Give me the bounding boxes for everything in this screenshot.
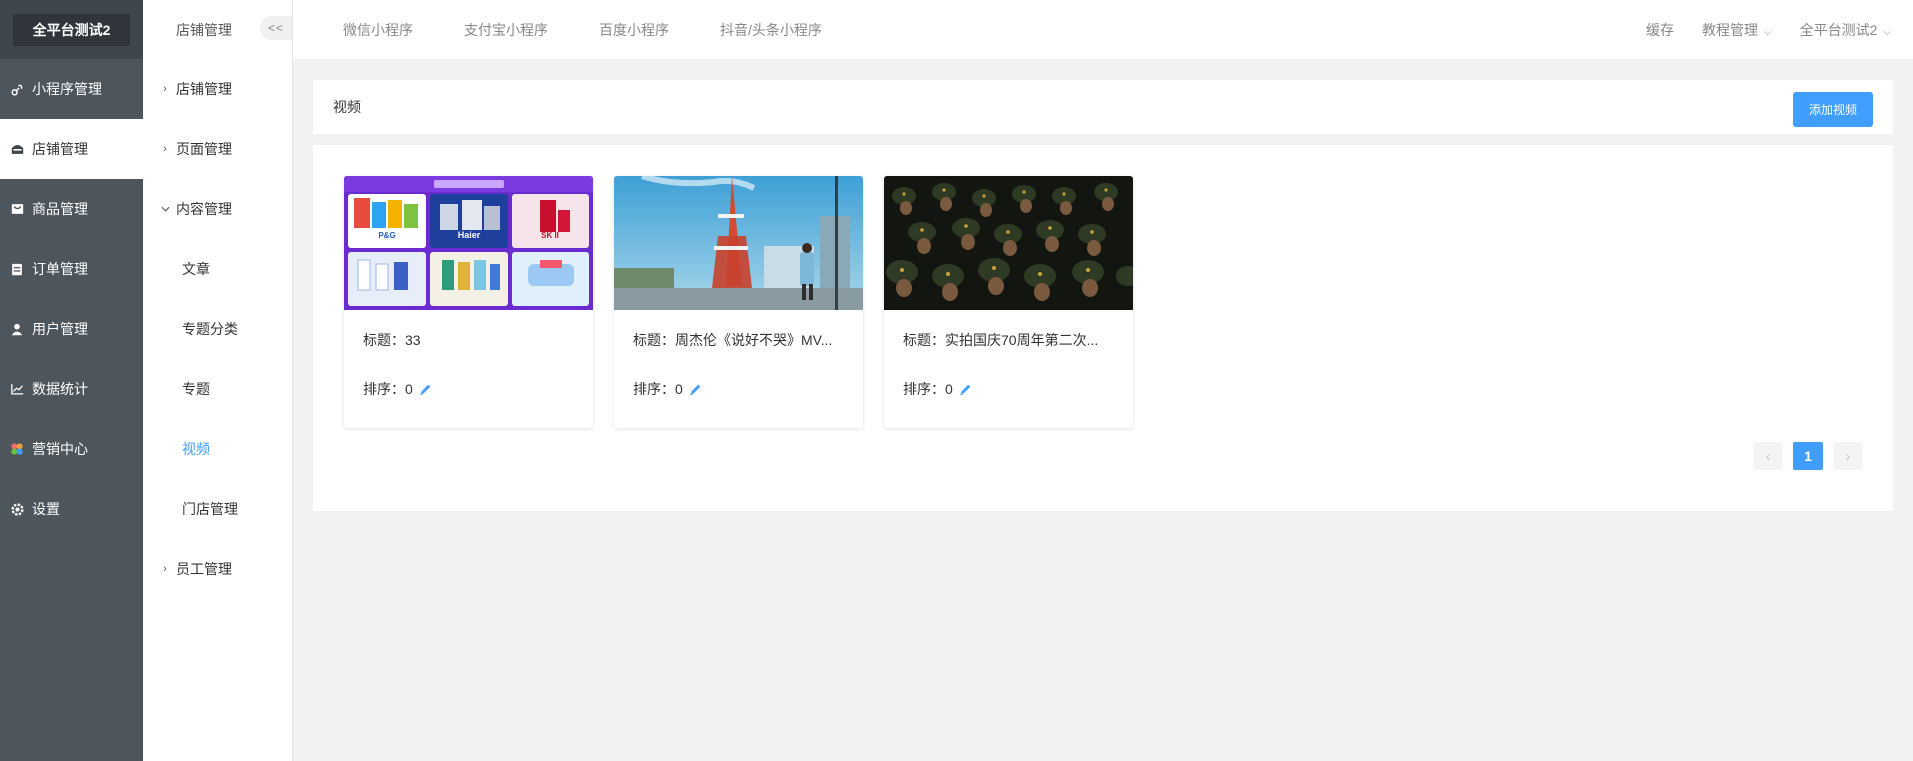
chevron-right-icon: ›: [163, 563, 167, 575]
top-right-menu: 缓存 教程管理 ⌵ 全平台测试2 ⌵: [1646, 0, 1891, 59]
edit-pencil-icon[interactable]: [419, 383, 432, 396]
user-icon: [10, 322, 24, 336]
video-panel: P&G Haier SK II 标题：33 排序：0 标题：周杰伦《说好不哭》M…: [313, 145, 1893, 511]
sidebar-item-label: 店铺管理: [32, 141, 88, 157]
chart-icon: [10, 382, 24, 396]
secondary-sidebar: 店铺管理 << › 店铺管理 › 页面管理 内容管理 文章 专题分类 专题 视频…: [143, 0, 293, 761]
subnav-item-topic-categories[interactable]: 专题分类: [143, 299, 292, 359]
video-card[interactable]: 标题：实拍国庆70周年第二次... 排序：0: [884, 176, 1133, 428]
sidebar-item-label: 设置: [32, 501, 60, 517]
video-sort-value: 排序：0: [363, 381, 413, 397]
brand: 全平台测试2: [0, 0, 143, 59]
account-menu[interactable]: 全平台测试2 ⌵: [1800, 20, 1891, 40]
add-video-button[interactable]: 添加视频: [1792, 92, 1873, 127]
video-title: 标题：实拍国庆70周年第二次...: [903, 332, 1099, 348]
sidebar-item-label: 用户管理: [32, 321, 88, 337]
video-sort: 排序：0: [363, 379, 593, 399]
tutorial-label: 教程管理: [1702, 21, 1759, 38]
subnav-title: 店铺管理: [176, 21, 232, 38]
top-bar: 微信小程序 支付宝小程序 百度小程序 抖音/头条小程序 缓存 教程管理 ⌵ 全平台…: [293, 0, 1913, 59]
sidebar-item-stats[interactable]: 数据统计: [0, 359, 143, 419]
video-sort-value: 排序：0: [633, 381, 683, 397]
svg-text:P&G: P&G: [378, 231, 395, 240]
chevron-down-icon: [160, 203, 170, 215]
prev-page-button[interactable]: ‹: [1753, 442, 1783, 470]
video-title: 标题：33: [363, 332, 421, 348]
video-title: 标题：周杰伦《说好不哭》MV...: [633, 332, 833, 348]
sidebar-item-marketing[interactable]: 营销中心: [0, 419, 143, 479]
chevron-right-icon: ›: [163, 83, 167, 95]
page-number-button[interactable]: 1: [1793, 442, 1823, 470]
subnav-item-topics[interactable]: 专题: [143, 359, 292, 419]
sidebar-item-label: 订单管理: [32, 261, 88, 277]
subnav-item-videos[interactable]: 视频: [143, 419, 292, 479]
page-title: 视频: [333, 99, 361, 115]
video-sort: 排序：0: [633, 379, 863, 399]
sidebar-item-label: 数据统计: [32, 381, 88, 397]
marketing-icon: [10, 442, 24, 456]
sidebar-item-store[interactable]: 店铺管理: [0, 119, 143, 179]
main-sidebar: 全平台测试2 小程序管理 店铺管理 商品管理 订单管理 用户管理 数据统计 营销…: [0, 0, 143, 761]
page-header: 视频 添加视频: [313, 80, 1893, 134]
subnav-item-content[interactable]: 内容管理: [143, 179, 292, 239]
video-thumbnail[interactable]: [884, 176, 1133, 310]
brand-name[interactable]: 全平台测试2: [12, 13, 131, 46]
account-label: 全平台测试2: [1799, 21, 1878, 38]
sidebar-item-settings[interactable]: 设置: [0, 479, 143, 539]
chevron-down-icon: ⌵: [1883, 26, 1891, 38]
subnav-item-staff[interactable]: › 员工管理: [143, 539, 292, 599]
subnav-item-label: 员工管理: [176, 561, 232, 577]
video-card[interactable]: P&G Haier SK II 标题：33 排序：0: [344, 176, 593, 428]
tutorial-menu[interactable]: 教程管理 ⌵: [1702, 20, 1772, 40]
tab-wechat[interactable]: 微信小程序: [343, 20, 413, 40]
chevron-right-icon: ›: [163, 143, 167, 155]
sidebar-item-miniprogram[interactable]: 小程序管理: [0, 59, 143, 119]
tab-alipay[interactable]: 支付宝小程序: [464, 20, 548, 40]
subnav-item-stores[interactable]: 门店管理: [143, 479, 292, 539]
next-page-button[interactable]: ›: [1833, 442, 1863, 470]
sidebar-item-goods[interactable]: 商品管理: [0, 179, 143, 239]
tab-baidu[interactable]: 百度小程序: [599, 20, 669, 40]
chevron-down-icon: ⌵: [1764, 26, 1772, 38]
edit-pencil-icon[interactable]: [689, 383, 702, 396]
sidebar-item-users[interactable]: 用户管理: [0, 299, 143, 359]
cache-link[interactable]: 缓存: [1646, 20, 1674, 40]
video-card[interactable]: 标题：周杰伦《说好不哭》MV... 排序：0: [614, 176, 863, 428]
subnav-item-articles[interactable]: 文章: [143, 239, 292, 299]
svg-text:SK II: SK II: [541, 231, 559, 240]
goods-icon: [10, 202, 24, 216]
video-thumbnail[interactable]: [614, 176, 863, 310]
edit-pencil-icon[interactable]: [959, 383, 972, 396]
store-icon: [10, 142, 24, 156]
sidebar-item-label: 小程序管理: [32, 81, 102, 97]
subnav-item-label: 页面管理: [176, 141, 232, 157]
video-sort: 排序：0: [903, 379, 1133, 399]
sidebar-item-label: 商品管理: [32, 201, 88, 217]
tab-douyin[interactable]: 抖音/头条小程序: [720, 20, 822, 40]
svg-text:Haier: Haier: [458, 230, 481, 240]
subnav-item-label: 店铺管理: [176, 81, 232, 97]
subnav-item-store[interactable]: › 店铺管理: [143, 59, 292, 119]
subnav-item-pages[interactable]: › 页面管理: [143, 119, 292, 179]
collapse-button[interactable]: <<: [260, 16, 292, 40]
link-icon: [10, 82, 24, 96]
pagination: ‹ 1 ›: [1753, 442, 1863, 470]
subnav-header: 店铺管理 <<: [143, 0, 292, 59]
sidebar-item-label: 营销中心: [32, 441, 88, 457]
subnav-item-label: 内容管理: [176, 201, 232, 217]
gear-icon: [10, 502, 24, 516]
video-thumbnail[interactable]: P&G Haier SK II: [344, 176, 593, 310]
order-icon: [10, 262, 24, 276]
video-sort-value: 排序：0: [903, 381, 953, 397]
sidebar-item-orders[interactable]: 订单管理: [0, 239, 143, 299]
